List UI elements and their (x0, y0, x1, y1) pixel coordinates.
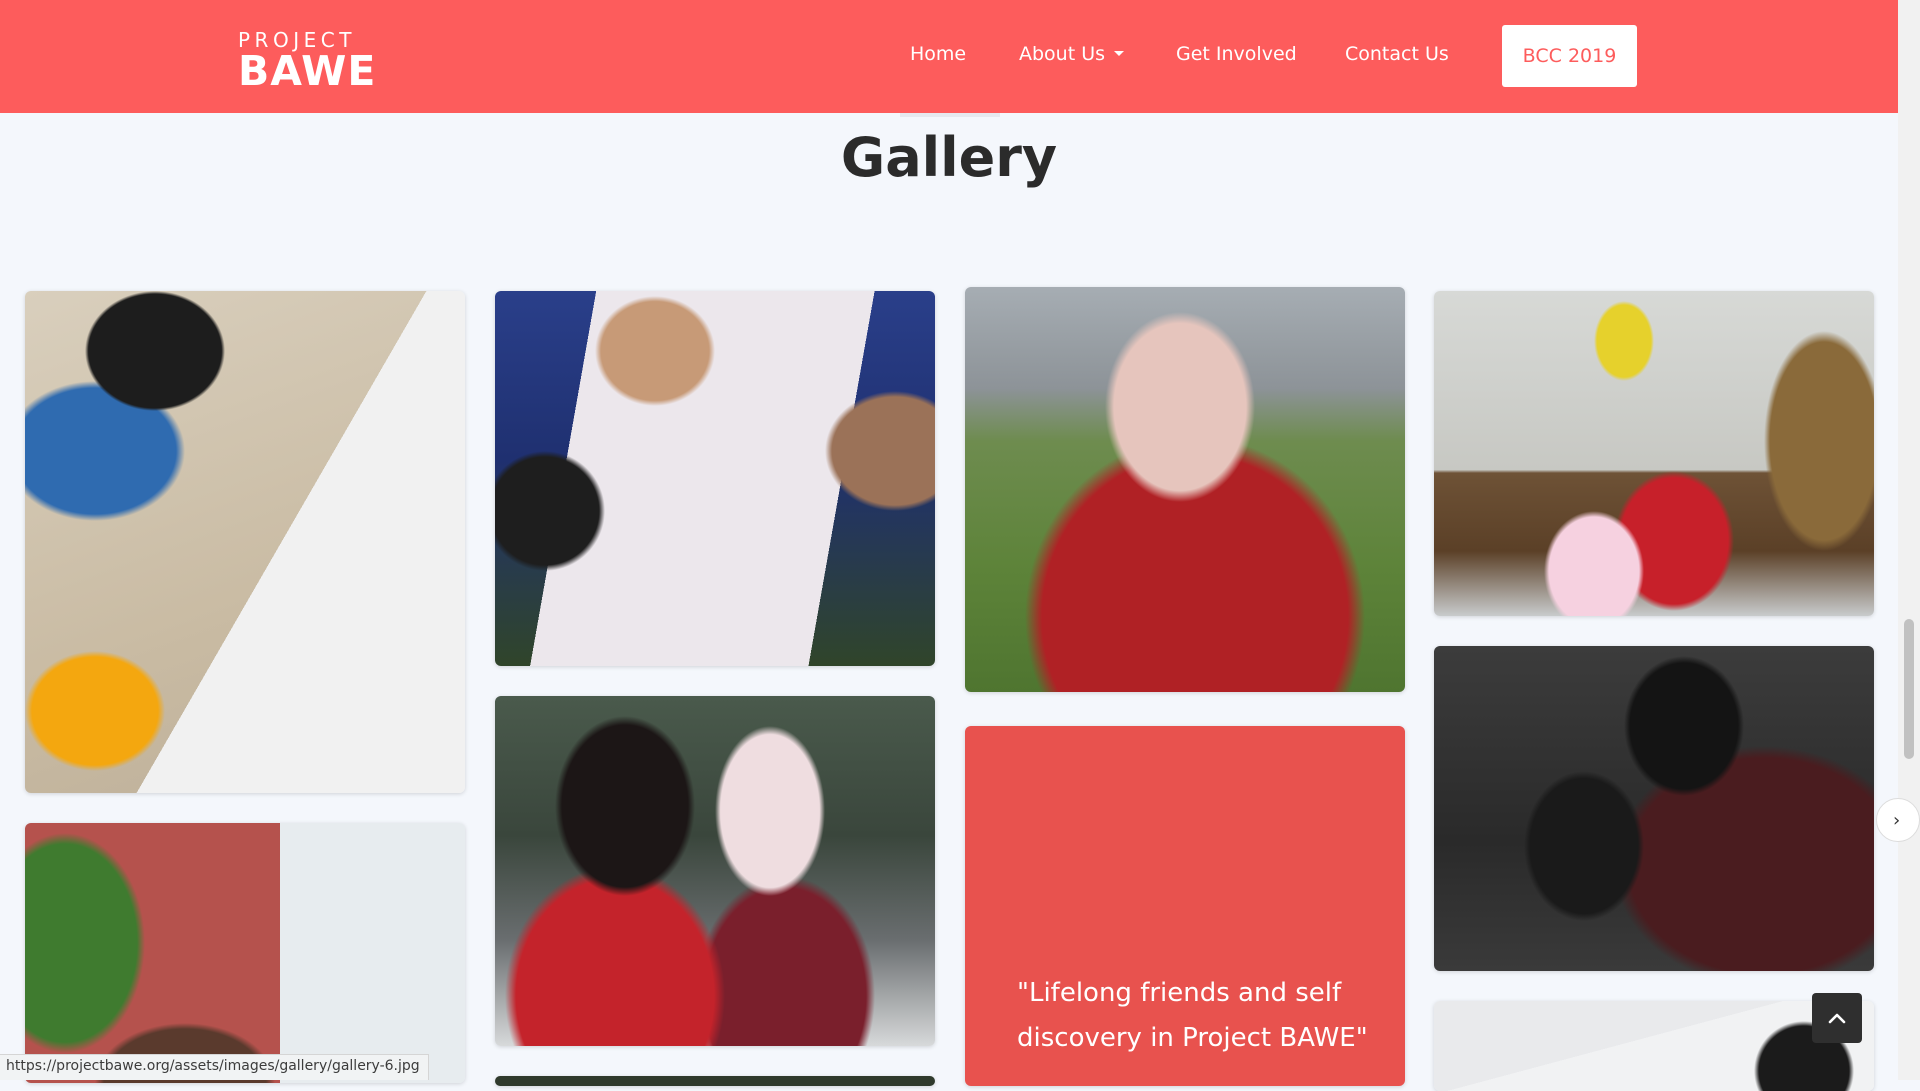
gallery-photo-8[interactable] (1434, 1001, 1874, 1091)
status-bar-url: https://projectbawe.org/assets/images/ga… (0, 1054, 429, 1080)
chevron-right-icon[interactable]: › (1876, 798, 1920, 842)
quote-card: "Lifelong friends and self discovery in … (965, 726, 1405, 1086)
gallery-title: Gallery (840, 126, 1058, 189)
brand-logo-main: BAWE (238, 47, 377, 95)
nav-home[interactable]: Home (910, 43, 966, 65)
gallery-photo-9[interactable] (495, 1076, 935, 1086)
navbar: PROJECT BAWE Home About Us Get Involved … (0, 0, 1898, 113)
quote-text: "Lifelong friends and self discovery in … (1017, 978, 1368, 1053)
gallery-photo-4[interactable] (1434, 291, 1874, 616)
gallery-photo-1[interactable] (25, 291, 465, 793)
scrollbar-thumb[interactable] (1904, 619, 1914, 759)
page-scrollbar[interactable] (1898, 0, 1920, 1080)
gallery-photo-6[interactable] (495, 696, 935, 1046)
chevron-up-glyph (1828, 1013, 1846, 1024)
gallery-photo-5[interactable] (25, 823, 465, 1083)
gallery-photo-2[interactable] (495, 291, 935, 666)
section-accent (900, 113, 1000, 117)
brand-logo[interactable]: PROJECT BAWE (238, 30, 376, 92)
nav-about-us-label: About Us (1019, 43, 1106, 65)
gallery-photo-7[interactable] (1434, 646, 1874, 971)
nav-contact-us[interactable]: Contact Us (1345, 43, 1449, 65)
bcc-2019-button[interactable]: BCC 2019 (1502, 25, 1637, 87)
nav-about-us[interactable]: About Us (1019, 43, 1125, 65)
nav-get-involved[interactable]: Get Involved (1176, 43, 1297, 65)
gallery-photo-3[interactable] (965, 287, 1405, 692)
chevron-up-icon[interactable] (1812, 993, 1862, 1043)
caret-down-icon (1114, 51, 1125, 56)
